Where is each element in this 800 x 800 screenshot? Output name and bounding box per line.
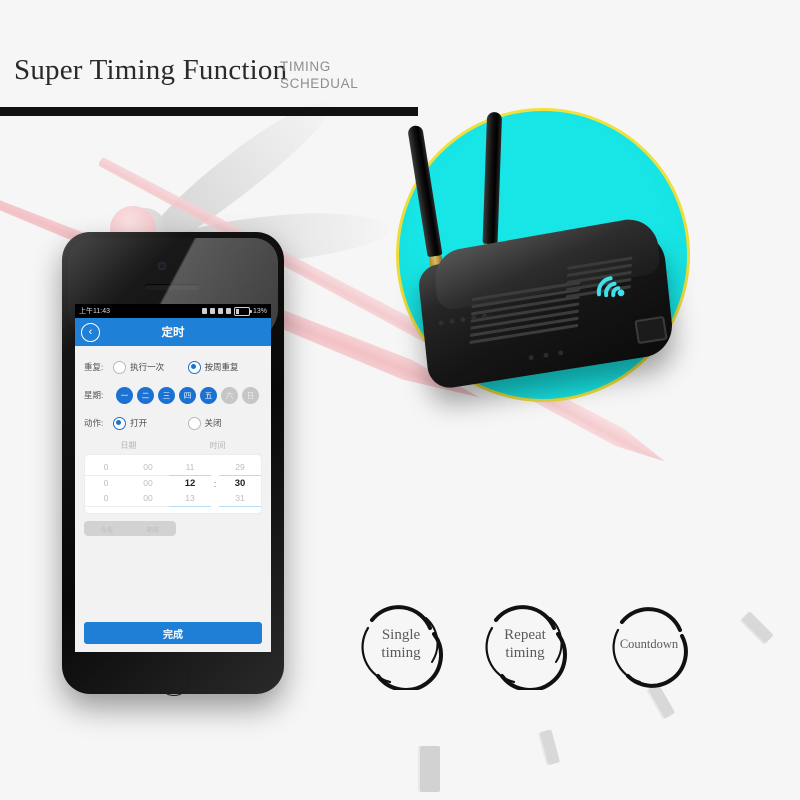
weekday-chip[interactable]: 三 — [158, 386, 175, 404]
timer-form: 重复: 执行一次 按周重复 星期: 一 二 三 四 五 六 日 动作: 打开 关… — [75, 346, 271, 536]
picker-separator: : — [213, 478, 217, 489]
repeat-option-weekly[interactable]: 按周重复 — [187, 360, 262, 374]
picker-value-current: 30 — [234, 478, 246, 489]
badge-line-2: timing — [381, 645, 421, 661]
picker-value-prev: 00 — [127, 460, 169, 476]
badge-label: Countdown — [604, 598, 694, 690]
picker-value-next: 13 — [169, 491, 211, 507]
subtitle-line-2: SCHEDUAL — [280, 76, 359, 91]
front-camera-icon — [158, 262, 166, 270]
picker-column-date-2[interactable]: 00 00 00 — [127, 460, 169, 507]
picker-value-current: 12 — [184, 478, 196, 489]
marketing-banner: Super Timing Function TIMING SCHEDUAL 上午… — [0, 0, 800, 800]
battery-percent: 13% — [252, 307, 267, 315]
chevron-left-icon[interactable]: ‹ — [81, 322, 100, 342]
done-button[interactable]: 完成 — [84, 622, 262, 644]
antenna-left — [407, 124, 445, 273]
picker-headers: 日期 时间 — [84, 440, 262, 451]
radio-icon[interactable] — [187, 360, 201, 374]
header-rule — [0, 107, 418, 116]
weekday-chip[interactable]: 一 — [116, 386, 133, 404]
repeat-option-weekly-label: 按周重复 — [204, 362, 239, 372]
submit-area: 完成 — [84, 622, 262, 644]
repeat-row: 重复: 执行一次 按周重复 — [84, 356, 262, 378]
datetime-picker[interactable]: 0 0 0 00 00 00 11 12 13 : 29 30 31 — [84, 454, 262, 514]
weekday-selector: 一 二 三 四 五 六 日 — [116, 386, 259, 404]
status-bar-time: 上午11:43 — [79, 308, 110, 315]
picker-value-current: 0 — [103, 478, 109, 488]
bluetooth-icon — [209, 308, 215, 314]
phone-screen: 上午11:43 13% ‹ 定时 重复: 执行一次 按周重复 星期: 一 二 三… — [75, 304, 271, 652]
year-toggle-right[interactable]: 明年 — [147, 524, 160, 534]
clock-tick — [539, 729, 561, 766]
week-label: 星期: — [84, 390, 104, 400]
action-option-on[interactable]: 打开 — [113, 416, 187, 430]
radio-icon[interactable] — [187, 416, 201, 430]
app-navbar: ‹ 定时 — [75, 318, 271, 346]
status-bar-icons: 13% — [201, 306, 267, 316]
clock-tick — [420, 746, 440, 792]
picker-column-hour[interactable]: 11 12 13 — [169, 460, 211, 507]
picker-value-prev: 0 — [85, 460, 127, 476]
clock-tick — [741, 611, 774, 644]
wifi-icon — [594, 272, 632, 303]
home-button[interactable] — [158, 664, 190, 696]
repeat-option-once[interactable]: 执行一次 — [113, 360, 187, 374]
router-port — [634, 315, 668, 345]
router-product-image — [400, 110, 690, 400]
page-title: Super Timing Function — [14, 54, 288, 86]
badge-label: Single timing — [356, 598, 446, 690]
subtitle-line-1: TIMING — [280, 59, 331, 74]
weekday-chip[interactable]: 六 — [221, 386, 238, 404]
signal-icon — [201, 308, 207, 314]
picker-value-next: 00 — [127, 491, 169, 507]
header-subtitle: TIMING SCHEDUAL — [280, 58, 400, 92]
badge-line-1: Countdown — [619, 637, 679, 651]
action-option-off-label: 关闭 — [204, 418, 222, 428]
action-row: 动作: 打开 关闭 — [84, 412, 262, 434]
feature-badges: Single timing Repeat timing Countdown — [356, 598, 694, 690]
action-option-on-label: 打开 — [130, 418, 148, 428]
weekday-chip[interactable]: 日 — [242, 386, 259, 404]
radio-icon[interactable] — [113, 360, 127, 374]
picker-value-next: 31 — [219, 491, 261, 507]
app-title: 定时 — [161, 327, 185, 339]
picker-value-prev: 29 — [219, 460, 261, 476]
weekday-chip[interactable]: 五 — [200, 386, 217, 404]
picker-value-next: 0 — [85, 491, 127, 507]
picker-header-time: 时间 — [209, 441, 226, 450]
badge-countdown: Countdown — [604, 598, 694, 690]
weekday-chip[interactable]: 四 — [179, 386, 196, 404]
radio-icon[interactable] — [113, 416, 127, 430]
status-bar: 上午11:43 13% — [75, 304, 271, 318]
badge-single-timing: Single timing — [356, 598, 446, 690]
picker-value-prev: 11 — [169, 460, 211, 476]
badge-line-1: Single — [381, 627, 421, 643]
weekday-chip[interactable]: 二 — [137, 386, 154, 404]
week-row: 星期: 一 二 三 四 五 六 日 — [84, 384, 262, 406]
picker-header-date: 日期 — [120, 441, 137, 450]
phone-device: 上午11:43 13% ‹ 定时 重复: 执行一次 按周重复 星期: 一 二 三… — [62, 232, 284, 696]
repeat-option-once-label: 执行一次 — [130, 362, 165, 372]
badge-line-1: Repeat — [504, 627, 546, 643]
badge-repeat-timing: Repeat timing — [480, 598, 570, 690]
year-toggle-left[interactable]: 今年 — [101, 524, 114, 534]
picker-column-minute[interactable]: 29 30 31 — [219, 460, 261, 507]
year-toggle[interactable]: 今年 明年 — [84, 521, 176, 536]
alarm-icon — [217, 308, 223, 314]
action-option-off[interactable]: 关闭 — [187, 416, 262, 430]
badge-label: Repeat timing — [480, 598, 570, 690]
badge-line-2: timing — [505, 645, 545, 661]
wifi-status-icon — [225, 308, 231, 314]
picker-column-date-1[interactable]: 0 0 0 — [85, 460, 127, 507]
action-label: 动作: — [84, 418, 104, 428]
antenna-right — [482, 111, 503, 260]
picker-value-current: 00 — [143, 478, 153, 488]
earpiece-speaker — [144, 284, 200, 290]
repeat-label: 重复: — [84, 362, 104, 372]
battery-icon — [233, 306, 252, 316]
